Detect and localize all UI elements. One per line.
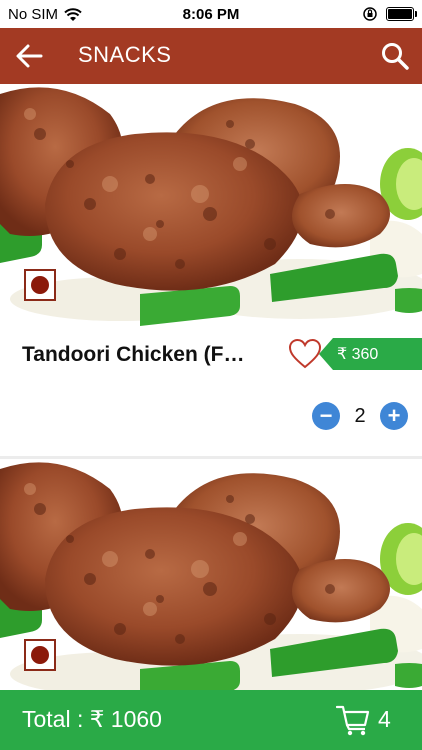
battery-icon xyxy=(386,7,417,21)
price-label: ₹ 360 xyxy=(337,346,379,363)
decrease-button[interactable]: − xyxy=(312,402,340,430)
quantity-stepper: − 2 + xyxy=(312,402,408,430)
menu-item-card: Tandoori Chicken (F… ₹ 360 − 2 + xyxy=(0,84,422,456)
app-bar: SNACKS xyxy=(0,28,422,84)
page-title: SNACKS xyxy=(78,42,172,67)
total-label: Total : ₹ 1060 xyxy=(22,706,162,732)
arrow-left-icon[interactable] xyxy=(14,42,44,70)
menu-item-card xyxy=(0,459,422,690)
status-right xyxy=(362,6,417,22)
cart-count: 4 xyxy=(378,706,391,732)
cart-icon[interactable] xyxy=(336,704,370,736)
item-name: Tandoori Chicken (F… xyxy=(22,343,245,366)
quantity-value: 2 xyxy=(354,404,366,427)
non-veg-icon xyxy=(24,639,56,671)
status-time: 8:06 PM xyxy=(182,6,240,23)
price-tag: ₹ 360 xyxy=(319,338,422,370)
cart-footer[interactable]: Total : ₹ 1060 4 xyxy=(0,690,422,750)
increase-button[interactable]: + xyxy=(380,402,408,430)
rotation-lock-icon xyxy=(363,7,377,21)
food-image[interactable] xyxy=(0,459,422,702)
food-image[interactable] xyxy=(0,84,422,327)
status-bar: No SIM 8:06 PM xyxy=(0,0,422,28)
search-icon[interactable] xyxy=(380,41,410,71)
heart-outline-icon[interactable] xyxy=(288,338,322,370)
non-veg-icon xyxy=(24,269,56,301)
